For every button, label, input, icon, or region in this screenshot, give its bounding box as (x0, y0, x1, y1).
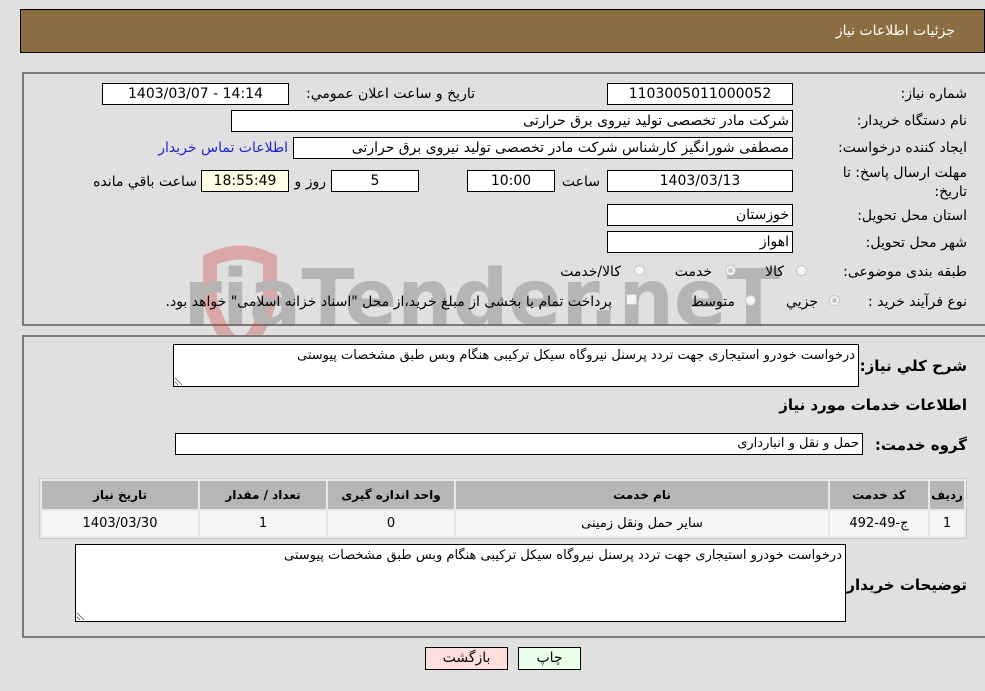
city-field: اهواز (607, 231, 793, 253)
announce-datetime-field: 1403/03/07 - 14:14 (102, 83, 289, 105)
province-label: استان محل تحویل: (857, 208, 967, 224)
deadline-time-field: 10:00 (467, 170, 555, 192)
purchase-radio-medium[interactable] (745, 295, 756, 306)
table-header-row: ردیف کد خدمت نام خدمت واحد اندازه گیری ت… (42, 481, 964, 509)
category-radio-goods[interactable] (796, 265, 807, 276)
treasury-label: پرداخت تمام یا بخشی از مبلغ خرید،از محل … (165, 294, 612, 310)
back-button[interactable]: بازگشت (425, 647, 508, 670)
treasury-checkbox[interactable] (626, 294, 637, 305)
cell-quantity: 1 (200, 511, 326, 536)
cell-need-date: 1403/03/30 (42, 511, 198, 536)
deadline-days-field: 5 (331, 170, 419, 192)
remaining-label: ساعت باقي مانده (93, 174, 197, 190)
city-label: شهر محل تحویل: (865, 235, 967, 251)
col-header-row-number: ردیف (930, 481, 964, 509)
purchase-radio-minor[interactable] (829, 295, 840, 306)
category-label: طبقه بندی موضوعی: (843, 264, 967, 280)
table-row: 1 ج-49-492 سایر حمل ونقل زمینی 0 1 1403/… (42, 511, 964, 536)
col-header-quantity: تعداد / مقدار (200, 481, 326, 509)
requester-field: مصطفی شورانگیز کارشناس شرکت مادر تخصصی ت… (293, 137, 793, 159)
cell-service-name: سایر حمل ونقل زمینی (456, 511, 828, 536)
category-radio-service[interactable] (725, 265, 736, 276)
buyer-org-label: نام دستگاه خریدار: (856, 113, 967, 129)
purchase-type-label: نوع فرآیند خرید : (868, 294, 967, 310)
cell-unit: 0 (328, 511, 454, 536)
buyer-notes-textarea[interactable]: درخواست خودرو استیجاری جهت تردد پرسنل نی… (75, 544, 846, 622)
deadline-time-label: ساعت (561, 174, 600, 190)
services-heading: اطلاعات خدمات مورد نیاز (779, 396, 967, 414)
page-title: جزئیات اطلاعات نیاز (835, 23, 955, 39)
col-header-service-code: کد خدمت (830, 481, 928, 509)
col-header-need-date: تاریخ نیاز (42, 481, 198, 509)
announce-datetime-label: تاریخ و ساعت اعلان عمومي: (306, 86, 475, 102)
cell-service-code: ج-49-492 (830, 511, 928, 536)
category-goods-label: کالا (765, 264, 784, 280)
requester-label: ایجاد کننده درخواست: (838, 140, 967, 156)
category-goods-service-label: کالا/خدمت (560, 264, 621, 280)
need-number-label: شماره نیاز: (900, 86, 968, 102)
category-radio-goods-service[interactable] (634, 265, 645, 276)
province-field: خوزستان (607, 204, 793, 226)
col-header-service-name: نام خدمت (456, 481, 828, 509)
deadline-label: مهلت ارسال پاسخ: تا تاریخ: (842, 165, 967, 200)
print-button[interactable]: چاپ (518, 647, 581, 670)
general-desc-textarea[interactable]: درخواست خودرو استیجاری جهت تردد پرسنل نی… (173, 344, 859, 387)
page-header: جزئیات اطلاعات نیاز (20, 9, 985, 53)
services-table: ردیف کد خدمت نام خدمت واحد اندازه گیری ت… (39, 478, 967, 539)
cell-row-number: 1 (930, 511, 964, 536)
general-desc-label: شرح کلي نیاز: (859, 357, 967, 375)
buyer-contact-link[interactable]: اطلاعات تماس خریدار (158, 140, 288, 156)
category-service-label: خدمت (674, 264, 712, 280)
remaining-time-field: 18:55:49 (201, 170, 289, 192)
buyer-org-field: شرکت مادر تخصصی تولید نیروی برق حرارتی (231, 110, 793, 132)
purchase-minor-label: جزيي (786, 294, 818, 310)
service-group-label: گروه خدمت: (874, 436, 967, 454)
days-label: روز و (294, 174, 327, 190)
service-group-field: حمل و نقل و انبارداری (175, 433, 863, 455)
col-header-unit: واحد اندازه گیری (328, 481, 454, 509)
deadline-date-field: 1403/03/13 (607, 170, 793, 192)
need-number-field: 1103005011000052 (607, 83, 793, 105)
purchase-medium-label: متوسط (691, 294, 735, 310)
buyer-notes-label: توضیحات خریدار: (840, 576, 967, 594)
